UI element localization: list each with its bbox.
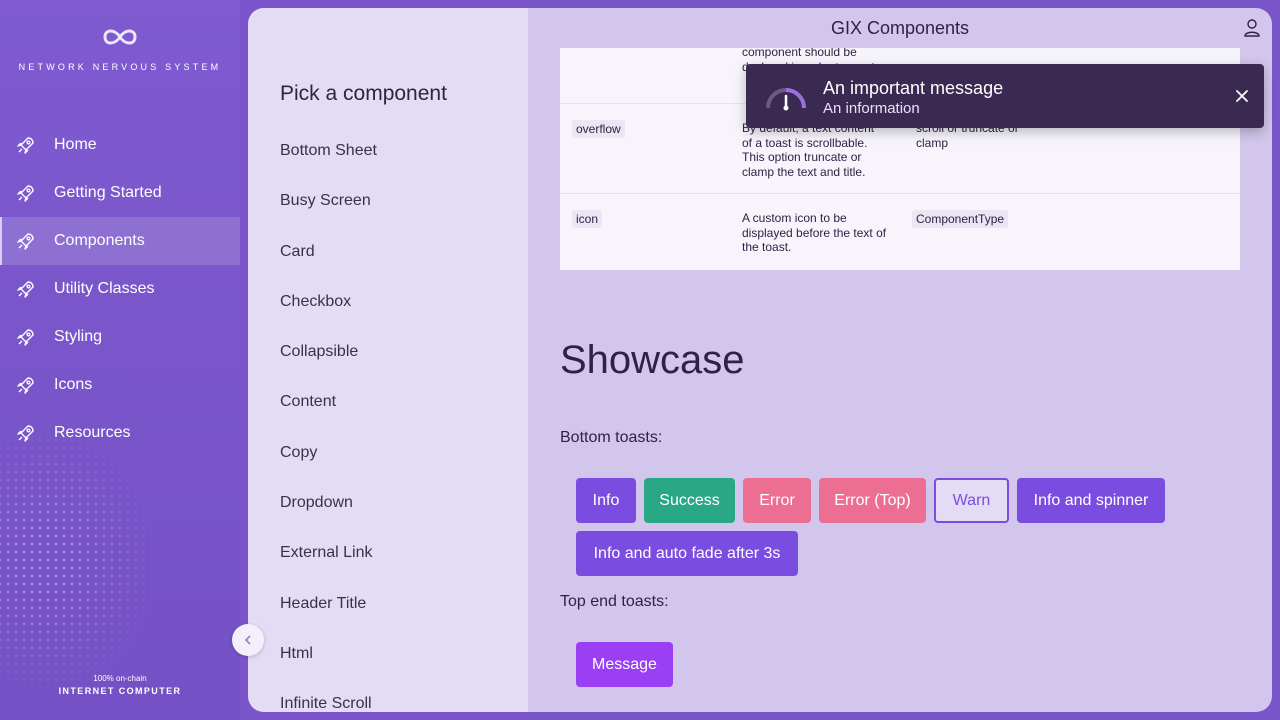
table-row: icon A custom icon to be displayed befor… (560, 193, 1240, 270)
footer-brand-name: INTERNET COMPUTER (58, 686, 182, 696)
rocket-icon (16, 183, 36, 203)
nav-item-label: Home (54, 136, 97, 153)
rocket-icon (16, 375, 36, 395)
chevron-left-icon (244, 635, 251, 645)
toast-title: An important message (823, 78, 1004, 98)
nav-item-label: Styling (54, 328, 103, 345)
rocket-icon (16, 231, 36, 251)
component-item-header-title[interactable]: Header Title (280, 589, 377, 639)
nav-item-label: Utility Classes (54, 280, 155, 297)
nav-item-label: Icons (54, 376, 93, 393)
prop-type: ComponentType (912, 210, 1009, 228)
component-item-html[interactable]: Html (280, 639, 377, 689)
component-item-collapsible[interactable]: Collapsible (280, 337, 377, 387)
toast-message: An information (823, 100, 920, 117)
component-item-external-link[interactable]: External Link (280, 538, 377, 588)
gauge-icon (766, 88, 806, 111)
nav-item-label: Resources (54, 424, 131, 441)
table-cell-description: A custom icon to be displayed before the… (742, 211, 887, 254)
table-cell-type: ComponentType (912, 210, 1009, 228)
footer-brand[interactable]: 100% on-chain INTERNET COMPUTER (0, 674, 240, 696)
brand-name: NETWORK NERVOUS SYSTEM (18, 62, 222, 72)
component-item-infinite-scroll[interactable]: Infinite Scroll (280, 689, 377, 712)
nav-item-label: Components (54, 232, 145, 249)
nav-list: Home Getting Started Components Utility … (0, 121, 240, 457)
component-item-dropdown[interactable]: Dropdown (280, 488, 377, 538)
account-button[interactable] (1244, 18, 1260, 43)
rocket-icon (16, 327, 36, 347)
collapse-menu-button[interactable] (232, 624, 264, 656)
main-content: component should be declared in order to… (560, 48, 1240, 712)
close-icon (1236, 90, 1248, 102)
main-navigation: NETWORK NERVOUS SYSTEM Home Getting Star… (0, 0, 240, 720)
nav-item-label: Getting Started (54, 184, 162, 201)
component-item-content[interactable]: Content (280, 387, 377, 437)
prop-name: overflow (572, 120, 625, 138)
nav-item-home[interactable]: Home (0, 121, 240, 169)
component-list: Bottom Sheet Busy Screen Card Checkbox C… (280, 136, 377, 712)
rocket-icon (16, 279, 36, 299)
table-cell-description: By default, a text content of a toast is… (742, 121, 875, 179)
infinity-logo-icon (103, 29, 137, 45)
component-item-checkbox[interactable]: Checkbox (280, 287, 377, 337)
toast-message-button[interactable]: Message (576, 642, 673, 687)
toast-success-button[interactable]: Success (644, 478, 735, 523)
toast-close-button[interactable] (1234, 88, 1250, 109)
component-item-card[interactable]: Card (280, 237, 377, 287)
component-item-copy[interactable]: Copy (280, 438, 377, 488)
toast-info-button[interactable]: Info (576, 478, 636, 523)
rocket-icon (16, 135, 36, 155)
toast-info-auto-fade-button[interactable]: Info and auto fade after 3s (576, 531, 798, 576)
toast-error-top-button[interactable]: Error (Top) (819, 478, 926, 523)
nav-item-resources[interactable]: Resources (0, 409, 240, 457)
nav-item-utility-classes[interactable]: Utility Classes (0, 265, 240, 313)
toast-info-spinner-button[interactable]: Info and spinner (1017, 478, 1165, 523)
brand-logo[interactable]: NETWORK NERVOUS SYSTEM (0, 24, 240, 72)
prop-name: icon (572, 210, 603, 228)
footer-brand-tagline: 100% on-chain (93, 674, 147, 683)
toast-warn-button[interactable]: Warn (934, 478, 1009, 523)
top-end-toasts-label: Top end toasts: (560, 593, 669, 610)
nav-item-styling[interactable]: Styling (0, 313, 240, 361)
table-cell-prop: icon (572, 210, 603, 228)
page-title: GIX Components (830, 18, 970, 38)
component-item-bottom-sheet[interactable]: Bottom Sheet (280, 136, 377, 186)
user-icon (1244, 19, 1260, 37)
rocket-icon (16, 423, 36, 443)
bottom-toasts-label: Bottom toasts: (560, 429, 663, 446)
toast-notification: An important message An information (746, 64, 1264, 128)
toast-error-button[interactable]: Error (743, 478, 811, 523)
nav-item-components[interactable]: Components (0, 217, 240, 265)
showcase-heading: Showcase (560, 338, 745, 382)
table-cell-prop: overflow (572, 120, 625, 138)
nav-item-getting-started[interactable]: Getting Started (0, 169, 240, 217)
picker-title: Pick a component (280, 82, 447, 105)
nav-item-icons[interactable]: Icons (0, 361, 240, 409)
component-picker: Pick a component Bottom Sheet Busy Scree… (248, 8, 528, 712)
component-item-busy-screen[interactable]: Busy Screen (280, 186, 377, 236)
